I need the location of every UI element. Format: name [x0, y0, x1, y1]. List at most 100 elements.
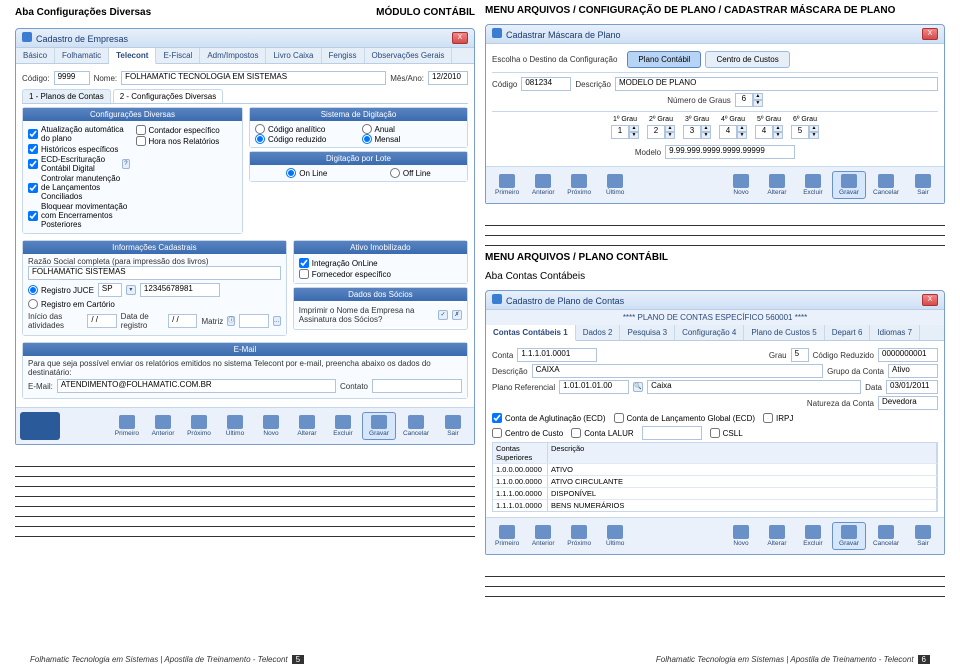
field-conta[interactable]: 1.1.1.01.0001 [517, 348, 597, 362]
tab3-dados[interactable]: Dados 2 [576, 325, 621, 340]
radio-mensal[interactable] [362, 134, 372, 144]
btn-plano-contabil[interactable]: Plano Contábil [627, 51, 701, 68]
close-icon-2[interactable]: X [922, 28, 938, 40]
btn2-gravar[interactable]: Gravar [832, 171, 866, 199]
btn2-alterar[interactable]: Alterar [760, 171, 794, 199]
tab3-idiomas[interactable]: Idiomas 7 [870, 325, 920, 340]
radio-anual[interactable] [362, 124, 372, 134]
field-datareg[interactable]: / / [168, 314, 197, 328]
radio-offline[interactable] [390, 168, 400, 178]
field-mesano[interactable]: 12/2010 [428, 71, 468, 85]
tab3-custos[interactable]: Plano de Custos 5 [744, 325, 824, 340]
btn3-alterar[interactable]: Alterar [760, 522, 794, 550]
btn2-novo[interactable]: Novo [724, 171, 758, 199]
btn2-proximo[interactable]: Próximo [562, 171, 596, 199]
btn-novo[interactable]: Novo [254, 412, 288, 440]
subtab-config[interactable]: 2 - Configurações Diversas [113, 89, 223, 103]
tab-telecont[interactable]: Telecont [109, 48, 156, 64]
subtab-planos[interactable]: 1 - Planos de Contas [22, 89, 111, 103]
close-icon[interactable]: X [452, 32, 468, 44]
field-grupo[interactable]: Ativo [888, 364, 938, 378]
lookup-uf-icon[interactable]: ▾ [126, 285, 136, 295]
field-codigo2[interactable]: 081234 [521, 77, 571, 91]
lookup-planoref-icon[interactable]: 🔍 [633, 382, 643, 392]
cb-bloquear[interactable] [28, 211, 38, 221]
cb-controlar[interactable] [28, 183, 38, 193]
lookup-matriz-icon[interactable]: … [273, 316, 281, 326]
tab3-pesquisa[interactable]: Pesquisa 3 [620, 325, 675, 340]
stepper-grau1[interactable]: 1▲▼ [611, 125, 639, 139]
field-matriz[interactable] [239, 314, 268, 328]
field-razao[interactable]: FOLHAMATIC SISTEMAS [28, 266, 281, 280]
btn3-proximo[interactable]: Próximo [562, 522, 596, 550]
field-codred[interactable]: 0000000001 [878, 348, 938, 362]
tab3-config[interactable]: Configuração 4 [675, 325, 744, 340]
field-codigo[interactable]: 9999 [54, 71, 90, 85]
tab-efiscal[interactable]: E-Fiscal [156, 48, 200, 63]
stepper-grau6[interactable]: 5▲▼ [791, 125, 819, 139]
field-desc2[interactable]: MODELO DE PLANO [615, 77, 938, 91]
btn3-ultimo[interactable]: Último [598, 522, 632, 550]
tab-fengiss[interactable]: Fengiss [322, 48, 365, 63]
cb-lancglobal[interactable] [614, 413, 624, 423]
field-desc3[interactable]: CAIXA [532, 364, 823, 378]
btn3-novo[interactable]: Novo [724, 522, 758, 550]
btn2-ultimo[interactable]: Último [598, 171, 632, 199]
tab-livrocaixa[interactable]: Livro Caixa [266, 48, 321, 63]
close-icon-3[interactable]: X [922, 294, 938, 306]
btn3-cancelar[interactable]: Cancelar [868, 522, 904, 550]
tab3-contas[interactable]: Contas Contábeis 1 [486, 325, 576, 341]
btn-ultimo[interactable]: Último [218, 412, 252, 440]
field-natureza[interactable]: Devedora [878, 396, 938, 410]
field-nome[interactable]: FOLHAMATIC TECNOLOGIA EM SISTEMAS [121, 71, 386, 85]
btn-sair[interactable]: Sair [436, 412, 470, 440]
cb-aglut[interactable] [492, 413, 502, 423]
field-contato[interactable] [372, 379, 462, 393]
btn3-anterior[interactable]: Anterior [526, 522, 560, 550]
radio-analitico[interactable] [255, 124, 265, 134]
cb-atualizacao[interactable] [28, 129, 38, 139]
cb-fornecedor[interactable] [299, 269, 309, 279]
btn3-sair[interactable]: Sair [906, 522, 940, 550]
tab3-depart[interactable]: Depart 6 [825, 325, 871, 340]
btn3-gravar[interactable]: Gravar [832, 522, 866, 550]
field-regjuce-uf[interactable]: SP [98, 283, 122, 297]
btn2-anterior[interactable]: Anterior [526, 171, 560, 199]
matriz-icon[interactable]: ⓘ [227, 316, 235, 326]
table-row[interactable]: 1.1.1.01.0000BENS NUMERÁRIOS [493, 499, 937, 511]
tab-folhamatic[interactable]: Folhamatic [55, 48, 109, 63]
cb-lalur[interactable] [571, 428, 581, 438]
btn2-sair[interactable]: Sair [906, 171, 940, 199]
tab-basico[interactable]: Básico [16, 48, 55, 63]
stepper-grau3[interactable]: 3▲▼ [683, 125, 711, 139]
field-regjuce-num[interactable]: 12345678981 [140, 283, 220, 297]
btn-primeiro[interactable]: Primeiro [110, 412, 144, 440]
field-email[interactable]: ATENDIMENTO@FOLHAMATIC.COM.BR [57, 379, 336, 393]
btn2-primeiro[interactable]: Primeiro [490, 171, 524, 199]
radio-regcart[interactable] [28, 299, 38, 309]
ecd-info-icon[interactable]: ? [122, 159, 129, 169]
radio-regjuce[interactable] [28, 285, 38, 295]
btn-alterar[interactable]: Alterar [290, 412, 324, 440]
radio-reduzido[interactable] [255, 134, 265, 144]
btn-centro-custos[interactable]: Centro de Custos [705, 51, 789, 68]
btn2-excluir[interactable]: Excluir [796, 171, 830, 199]
cb-ecd[interactable] [28, 159, 38, 169]
tab-obs[interactable]: Observações Gerais [365, 48, 453, 63]
field-planoref[interactable]: 1.01.01.01.00 [559, 380, 629, 394]
btn2-cancelar[interactable]: Cancelar [868, 171, 904, 199]
cb-hora[interactable] [136, 136, 146, 146]
btn3-excluir[interactable]: Excluir [796, 522, 830, 550]
cb-historicos[interactable] [28, 144, 38, 154]
cb-csll[interactable] [710, 428, 720, 438]
btn-proximo[interactable]: Próximo [182, 412, 216, 440]
stepper-grau4[interactable]: 4▲▼ [719, 125, 747, 139]
stepper-grau5[interactable]: 4▲▼ [755, 125, 783, 139]
btn3-primeiro[interactable]: Primeiro [490, 522, 524, 550]
field-inicio[interactable]: / / [87, 314, 116, 328]
tab-admimpostos[interactable]: Adm/Impostos [200, 48, 266, 63]
btn-anterior[interactable]: Anterior [146, 412, 180, 440]
field-data[interactable]: 03/01/2011 [886, 380, 938, 394]
btn-excluir[interactable]: Excluir [326, 412, 360, 440]
stepper-numgraus[interactable]: 6▲▼ [735, 93, 763, 107]
